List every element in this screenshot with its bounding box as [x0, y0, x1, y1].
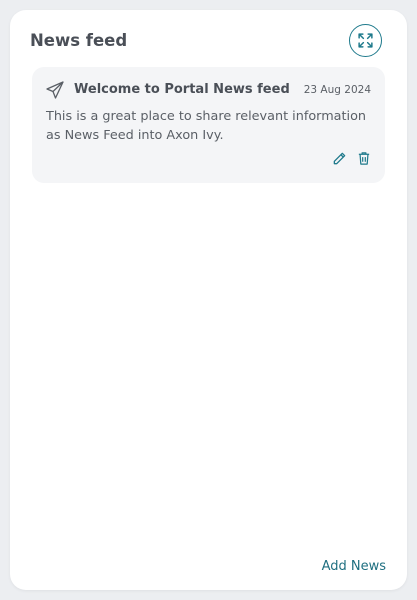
edit-news-button[interactable]: [330, 149, 348, 167]
expand-icon: [358, 33, 373, 48]
widget-title: News feed: [30, 31, 128, 50]
trash-icon: [358, 151, 370, 165]
pencil-icon: [333, 152, 345, 164]
news-item-date: 23 Aug 2024: [303, 84, 371, 96]
delete-news-button[interactable]: [355, 149, 373, 167]
add-news-link[interactable]: Add News: [322, 559, 386, 574]
news-feed-widget: News feed Welcome to Portal News feed 23…: [10, 10, 407, 590]
news-item-body: This is a great place to share relevant …: [46, 109, 367, 143]
paper-plane-icon: [46, 81, 64, 99]
news-item-title: Welcome to Portal News feed: [74, 82, 290, 97]
news-item: Welcome to Portal News feed 23 Aug 2024 …: [32, 67, 385, 183]
expand-button[interactable]: [349, 24, 382, 57]
